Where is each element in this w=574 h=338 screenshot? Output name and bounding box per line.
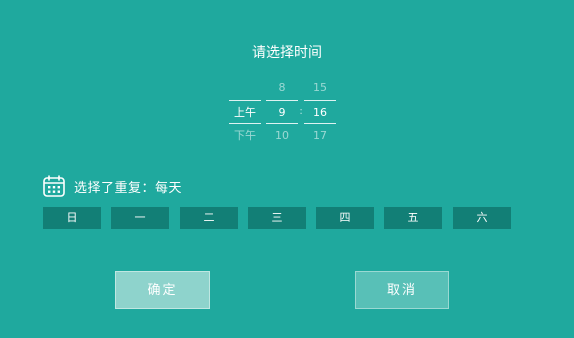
ampm-wheel[interactable]: 上午 下午 bbox=[229, 76, 261, 148]
hour-prev[interactable]: 8 bbox=[266, 76, 298, 100]
minute-selected[interactable]: 16 bbox=[304, 100, 336, 124]
time-separator: : bbox=[299, 106, 303, 117]
confirm-button[interactable]: 确定 bbox=[115, 271, 210, 309]
weekday-button-sat[interactable]: 六 bbox=[453, 207, 511, 229]
weekday-button-fri[interactable]: 五 bbox=[384, 207, 442, 229]
repeat-row[interactable]: 选择了重复：每天 bbox=[42, 174, 182, 198]
weekday-button-wed[interactable]: 三 bbox=[248, 207, 306, 229]
repeat-label: 选择了重复：每天 bbox=[74, 180, 183, 196]
minute-next[interactable]: 17 bbox=[304, 124, 336, 148]
weekday-button-tue[interactable]: 二 bbox=[180, 207, 238, 229]
ampm-selected[interactable]: 上午 bbox=[229, 100, 261, 124]
hour-wheel[interactable]: 8 9 10 bbox=[266, 76, 298, 148]
dialog-title: 请选择时间 bbox=[252, 45, 322, 61]
weekday-button-thu[interactable]: 四 bbox=[316, 207, 374, 229]
minute-prev[interactable]: 15 bbox=[304, 76, 336, 100]
ampm-next[interactable]: 下午 bbox=[229, 124, 261, 148]
calendar-icon bbox=[43, 175, 65, 197]
weekday-button-sun[interactable]: 日 bbox=[43, 207, 101, 229]
time-picker[interactable]: 上午 下午 8 9 10 : 15 16 17 bbox=[0, 76, 574, 146]
ampm-prev bbox=[229, 76, 261, 100]
hour-selected[interactable]: 9 bbox=[266, 100, 298, 124]
hour-next[interactable]: 10 bbox=[266, 124, 298, 148]
weekday-button-mon[interactable]: 一 bbox=[111, 207, 169, 229]
minute-wheel[interactable]: 15 16 17 bbox=[304, 76, 336, 148]
cancel-button[interactable]: 取消 bbox=[355, 271, 449, 309]
